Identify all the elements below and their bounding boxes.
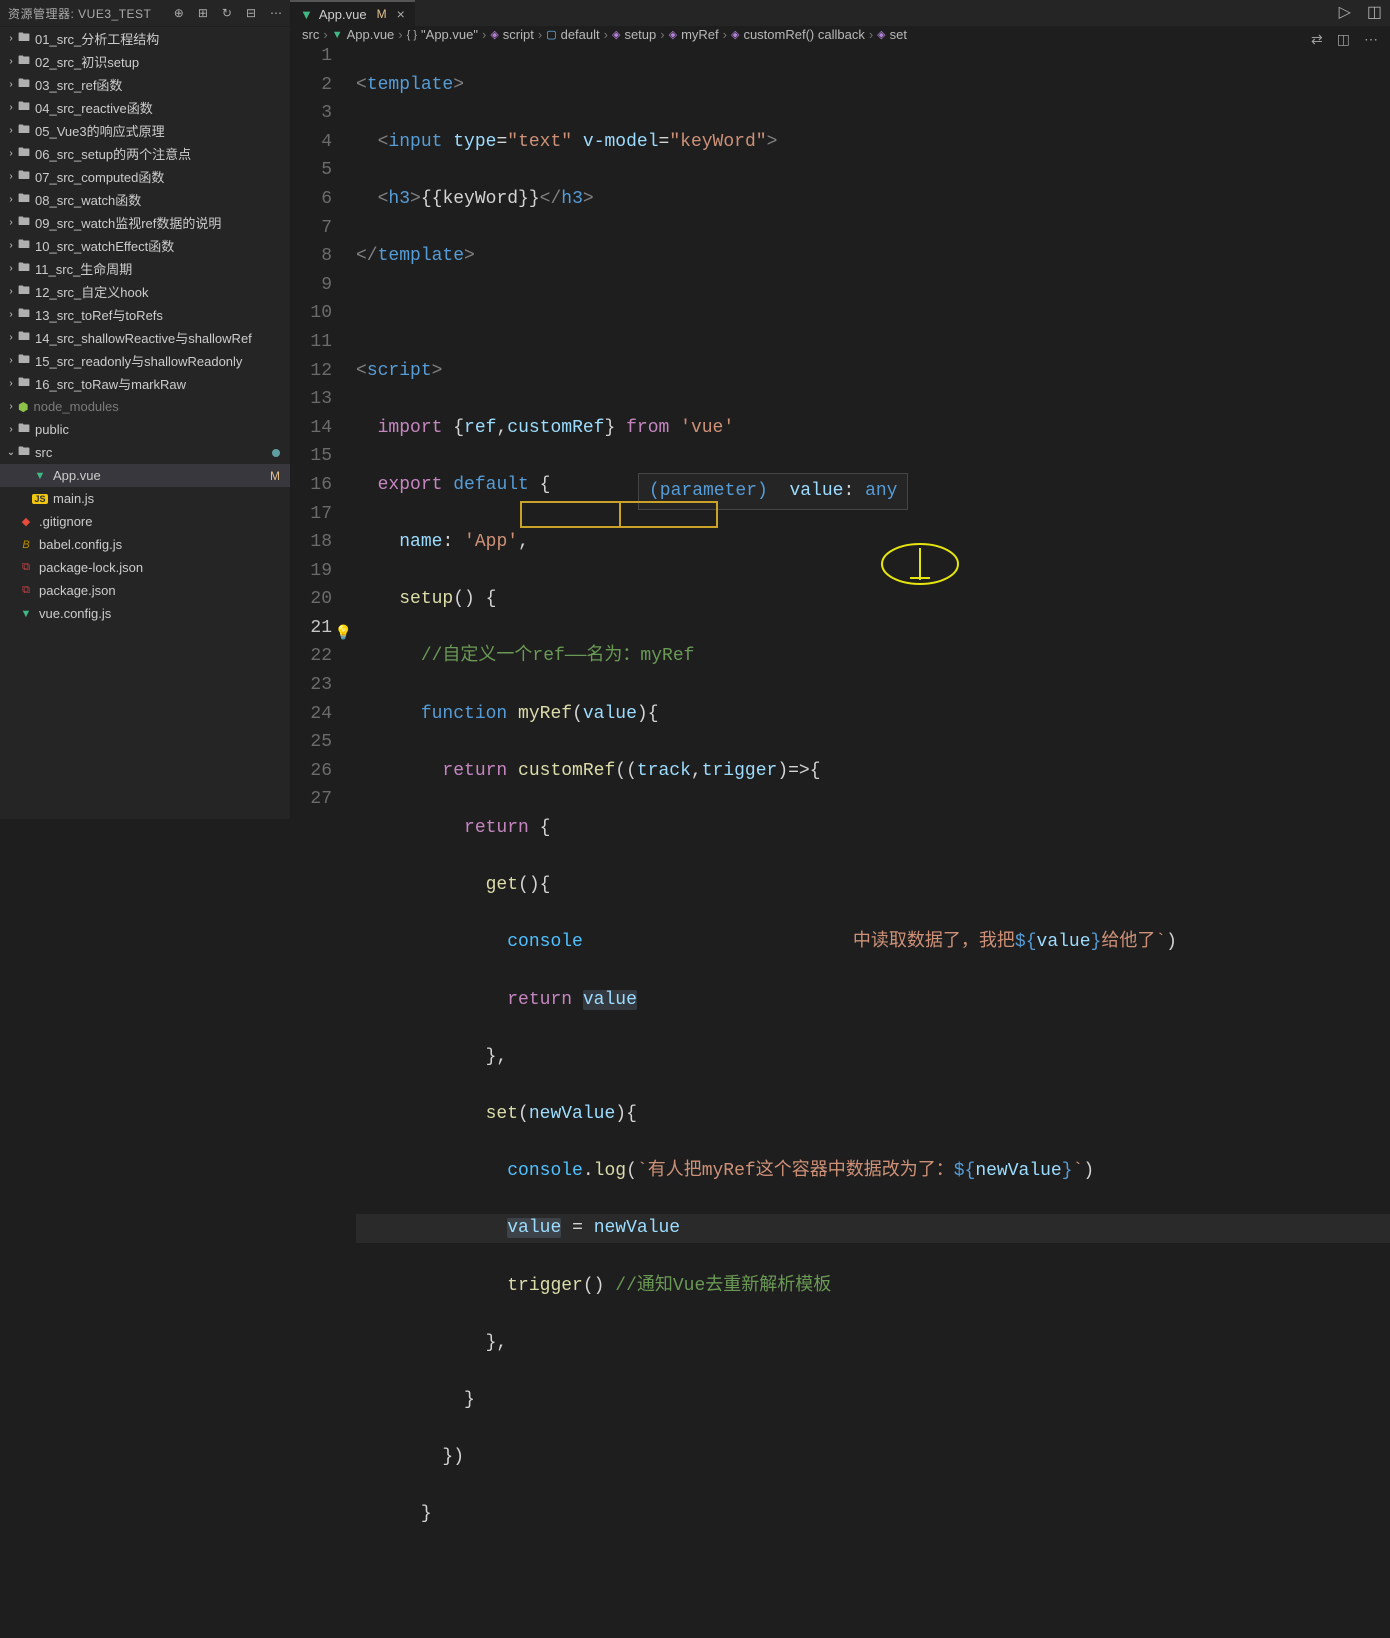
folder-item[interactable]: ›🖿10_src_watchEffect函数 <box>0 234 290 257</box>
editor-area: ⇄ ◫ ⋯ src› ▼App.vue› { }"App.vue"› ◈scri… <box>290 27 1390 819</box>
split-icon[interactable]: ◫ <box>1367 2 1382 22</box>
bc-src[interactable]: src <box>302 27 319 42</box>
folder-item[interactable]: ›🖿02_src_初识setup <box>0 50 290 73</box>
folder-src[interactable]: ⌄🖿src <box>0 441 290 464</box>
tab-app-vue[interactable]: ▼ App.vue M × <box>290 0 415 26</box>
folder-item[interactable]: ›🖿public <box>0 418 290 441</box>
tab-label: App.vue <box>319 7 367 22</box>
folder-item[interactable]: ›🖿12_src_自定义hook <box>0 280 290 303</box>
bc-default[interactable]: default <box>561 27 600 42</box>
tab-modified: M <box>377 7 387 21</box>
folder-item[interactable]: ›🖿11_src_生命周期 <box>0 257 290 280</box>
title-bar: 资源管理器: VUE3_TEST ⊕ ⊞ ↻ ⊟ ⋯ ▼ App.vue M ×… <box>0 0 1390 27</box>
folder-item[interactable]: ›🖿05_Vue3的响应式原理 <box>0 119 290 142</box>
file-package-json[interactable]: ⧉package.json <box>0 579 290 602</box>
file-vue-config[interactable]: ▼vue.config.js <box>0 602 290 625</box>
bc-file[interactable]: App.vue <box>347 27 395 42</box>
explorer-header: 资源管理器: VUE3_TEST ⊕ ⊞ ↻ ⊟ ⋯ <box>0 0 290 26</box>
file-app-vue[interactable]: ▼App.vueM <box>0 464 290 487</box>
bc-set[interactable]: set <box>890 27 907 42</box>
file-package-lock[interactable]: ⧉package-lock.json <box>0 556 290 579</box>
folder-item[interactable]: ›🖿15_src_readonly与shallowReadonly <box>0 349 290 372</box>
editor-run-controls: ▷ ◫ <box>1339 2 1382 22</box>
folder-item[interactable]: ›🖿07_src_computed函数 <box>0 165 290 188</box>
close-icon[interactable]: × <box>397 6 405 22</box>
explorer-sidebar[interactable]: ›🖿01_src_分析工程结构 ›🖿02_src_初识setup ›🖿03_sr… <box>0 27 290 819</box>
collapse-icon[interactable]: ⊟ <box>246 6 256 20</box>
bc-callback[interactable]: customRef() callback <box>743 27 864 42</box>
folder-item[interactable]: ›🖿14_src_shallowReactive与shallowRef <box>0 326 290 349</box>
folder-item[interactable]: ›🖿03_src_ref函数 <box>0 73 290 96</box>
folder-item[interactable]: ›🖿16_src_toRaw与markRaw <box>0 372 290 395</box>
folder-item[interactable]: ›🖿06_src_setup的两个注意点 <box>0 142 290 165</box>
file-main-js[interactable]: JSmain.js <box>0 487 290 510</box>
file-babel-config[interactable]: Bbabel.config.js <box>0 533 290 556</box>
hand-annotation <box>768 512 856 560</box>
vue-icon: ▼ <box>300 7 313 22</box>
bc-myref[interactable]: myRef <box>681 27 719 42</box>
new-folder-icon[interactable]: ⊞ <box>198 6 208 20</box>
tab-bar: ▼ App.vue M × <box>290 0 415 26</box>
more-icon[interactable]: ⋯ <box>270 6 282 20</box>
bc-root[interactable]: "App.vue" <box>421 27 478 42</box>
explorer-title: 资源管理器: VUE3_TEST <box>8 5 151 22</box>
bc-setup[interactable]: setup <box>624 27 656 42</box>
new-file-icon[interactable]: ⊕ <box>174 6 184 20</box>
folder-item[interactable]: ›🖿08_src_watch函数 <box>0 188 290 211</box>
editor[interactable]: 12345 678910 1112131415 1617181920 21222… <box>290 42 1390 1638</box>
folder-item[interactable]: ›⬢node_modules <box>0 395 290 418</box>
line-gutter: 12345 678910 1112131415 1617181920 21222… <box>290 42 350 1638</box>
file-gitignore[interactable]: ◆.gitignore <box>0 510 290 533</box>
folder-item[interactable]: ›🖿01_src_分析工程结构 <box>0 27 290 50</box>
bc-script[interactable]: script <box>503 27 534 42</box>
run-icon[interactable]: ▷ <box>1339 2 1351 22</box>
folder-item[interactable]: ›🖿09_src_watch监视ref数据的说明 <box>0 211 290 234</box>
breadcrumb[interactable]: src› ▼App.vue› { }"App.vue"› ◈script› ▢d… <box>290 27 1390 42</box>
folder-item[interactable]: ›🖿04_src_reactive函数 <box>0 96 290 119</box>
parameter-hint: (parameter) value: any <box>638 473 908 510</box>
folder-item[interactable]: ›🖿13_src_toRef与toRefs <box>0 303 290 326</box>
code-body[interactable]: <template> <input type="text" v-model="k… <box>350 42 1390 1638</box>
refresh-icon[interactable]: ↻ <box>222 6 232 20</box>
